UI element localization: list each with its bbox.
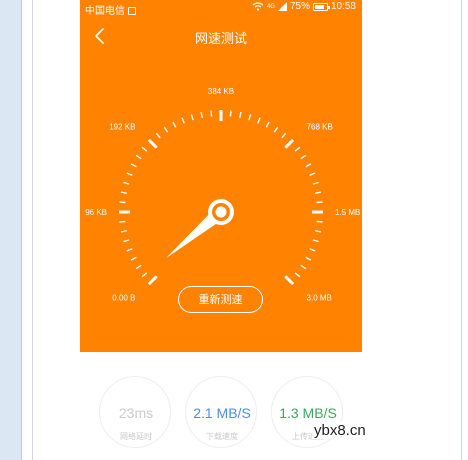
gauge-minor-tick <box>130 256 137 261</box>
gauge-minor-tick <box>163 126 169 133</box>
gauge-label: 1.5 MB <box>335 208 360 217</box>
gauge-minor-tick <box>315 191 322 194</box>
gauge-minor-tick <box>200 111 203 118</box>
gauge-minor-tick <box>312 239 319 243</box>
download-label: 下载速度 <box>206 432 238 441</box>
gauge-minor-tick <box>119 201 126 204</box>
gauge-minor-tick <box>294 146 301 152</box>
gauge-minor-tick <box>123 181 130 185</box>
latency-value: 23ms <box>118 405 154 421</box>
gauge-minor-tick <box>135 154 142 160</box>
gauge-minor-tick <box>181 117 185 124</box>
gauge-minor-tick <box>309 172 316 176</box>
gauge-minor-tick <box>123 239 130 243</box>
speed-test-panel: 中国电信 4G 75% 10:58 网速测试 0.00 B 96 KB 192 … <box>80 0 362 352</box>
gauge-minor-tick <box>229 110 232 117</box>
gauge-minor-tick <box>300 154 307 160</box>
gauge-label: 96 KB <box>85 208 107 217</box>
retest-button[interactable]: 重新测速 <box>178 286 263 313</box>
gauge-minor-tick <box>130 163 137 168</box>
gauge-minor-tick <box>172 121 177 128</box>
gauge-minor-tick <box>155 132 161 139</box>
gauge-label: 384 KB <box>208 87 234 96</box>
gauge-minor-tick <box>120 230 127 233</box>
gauge-minor-tick <box>316 220 323 223</box>
gauge-minor-tick <box>305 256 312 261</box>
gauge-minor-tick <box>141 146 148 152</box>
divider <box>32 0 33 460</box>
gauge-minor-tick <box>257 117 261 124</box>
gauge-major-tick <box>147 138 158 149</box>
gauge-major-tick <box>284 138 295 149</box>
gauge-minor-tick <box>281 132 287 139</box>
gauge-minor-tick <box>265 121 270 128</box>
divider <box>461 0 462 460</box>
gauge-minor-tick <box>300 264 307 270</box>
latency-stat: 23ms 网络延时 <box>99 376 171 448</box>
phone-screen: 中国电信 4G 75% 10:58 网速测试 0.00 B 96 KB 192 … <box>80 0 362 460</box>
gauge-minor-tick <box>239 111 242 118</box>
results-panel: 23ms 网络延时 2.1 MB/S 下载速度 1.3 MB/S 上传速度 <box>80 352 362 460</box>
gauge-minor-tick <box>190 114 194 121</box>
gauge-minor-tick <box>120 191 127 194</box>
gauge-minor-tick <box>294 272 301 278</box>
gauge-minor-tick <box>248 114 252 121</box>
gauge-minor-tick <box>315 230 322 233</box>
gauge-minor-tick <box>141 272 148 278</box>
gauge-minor-tick <box>312 181 319 185</box>
gauge-label: 0.00 B <box>112 294 135 303</box>
gauge-ticks <box>119 110 323 286</box>
gauge-label: 192 KB <box>109 122 135 131</box>
gauge-minor-tick <box>316 201 323 204</box>
gauge-label: 3.0 MB <box>307 294 332 303</box>
gauge-minor-tick <box>309 248 316 252</box>
needle-hub-center <box>215 206 227 218</box>
gauge-major-tick <box>284 275 295 286</box>
latency-label: 网络延时 <box>120 432 152 441</box>
download-stat: 2.1 MB/S 下载速度 <box>185 376 257 448</box>
gauge-minor-tick <box>126 248 133 252</box>
gauge-minor-tick <box>135 264 142 270</box>
upload-value: 1.3 MB/S <box>279 405 337 421</box>
page-margin-right <box>362 0 468 460</box>
page-margin-left <box>22 0 80 460</box>
download-value: 2.1 MB/S <box>193 405 251 421</box>
left-side-panel <box>0 0 22 460</box>
gauge-minor-tick <box>273 126 279 133</box>
gauge-minor-tick <box>119 220 126 223</box>
gauge-labels: 0.00 B 96 KB 192 KB 384 KB 768 KB 1.5 MB 3.0 M… <box>85 87 360 303</box>
gauge-label: 768 KB <box>307 122 333 131</box>
gauge-minor-tick <box>305 163 312 168</box>
gauge-major-tick <box>147 275 158 286</box>
gauge-minor-tick <box>210 110 213 117</box>
watermark: ybx8.cn <box>312 422 368 439</box>
gauge-minor-tick <box>126 172 133 176</box>
